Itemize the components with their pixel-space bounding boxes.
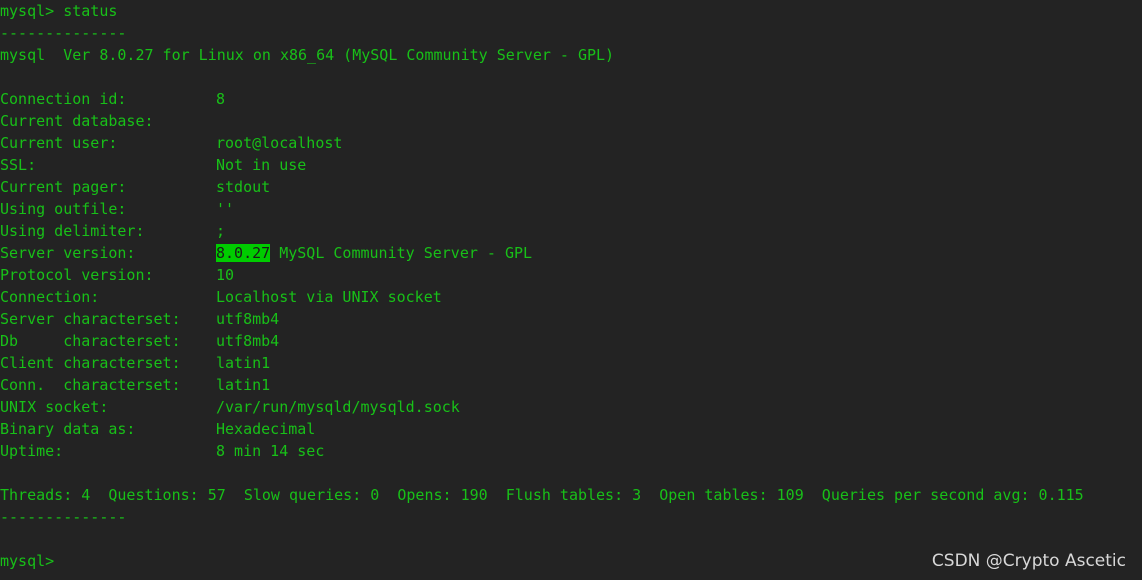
- version-line: mysql Ver 8.0.27 for Linux on x86_64 (My…: [0, 46, 615, 64]
- status-field: Client characterset: latin1: [0, 352, 1142, 374]
- status-field: Db characterset: utf8mb4: [0, 330, 1142, 352]
- field-value: utf8mb4: [216, 332, 280, 350]
- field-value-group: Not in use: [216, 154, 306, 176]
- field-value-group: latin1: [216, 352, 270, 374]
- field-value: root@localhost: [216, 134, 343, 152]
- status-field: Using outfile: '': [0, 198, 1142, 220]
- field-value-group: utf8mb4: [216, 330, 279, 352]
- field-label: Client characterset:: [0, 354, 181, 372]
- field-value: 8: [216, 90, 226, 108]
- field-value: latin1: [216, 354, 271, 372]
- field-value: Not in use: [216, 156, 307, 174]
- field-label: Server version:: [0, 244, 136, 262]
- field-label: Binary data as:: [0, 420, 136, 438]
- field-value: /var/run/mysqld/mysqld.sock: [216, 398, 460, 416]
- status-field: SSL: Not in use: [0, 154, 1142, 176]
- status-field: UNIX socket: /var/run/mysqld/mysqld.sock: [0, 396, 1142, 418]
- status-field: Connection id: 8: [0, 88, 1142, 110]
- field-label: Using outfile:: [0, 200, 127, 218]
- field-label: Connection id:: [0, 90, 127, 108]
- field-value: '': [216, 200, 235, 218]
- status-field: Using delimiter:;: [0, 220, 1142, 242]
- status-field: Current database:: [0, 110, 1142, 132]
- watermark: CSDN @Crypto Ascetic: [931, 551, 1126, 571]
- field-label: Connection:: [0, 288, 100, 306]
- field-value: 8 min 14 sec: [216, 442, 325, 460]
- field-value-group: '': [216, 198, 234, 220]
- field-label: Server characterset:: [0, 310, 181, 328]
- stats-line: Threads: 4 Questions: 57 Slow queries: 0…: [0, 486, 1084, 504]
- field-label: Protocol version:: [0, 266, 154, 284]
- field-value-group: 8: [216, 88, 225, 110]
- terminal[interactable]: mysql> status -------------- mysql Ver 8…: [0, 0, 1142, 572]
- highlighted-version: 8.0.27: [216, 244, 271, 262]
- field-label: Using delimiter:: [0, 222, 145, 240]
- field-value-group: Hexadecimal: [216, 418, 315, 440]
- field-label: UNIX socket:: [0, 398, 109, 416]
- field-value-group: 10: [216, 264, 234, 286]
- status-field: Protocol version: 10: [0, 264, 1142, 286]
- status-field: Server characterset: utf8mb4: [0, 308, 1142, 330]
- field-value-group: ;: [216, 220, 225, 242]
- field-value-group: root@localhost: [216, 132, 342, 154]
- field-label: Current user:: [0, 134, 118, 152]
- field-value: stdout: [216, 178, 271, 196]
- status-field: Binary data as: Hexadecimal: [0, 418, 1142, 440]
- field-label: Conn. characterset:: [0, 376, 181, 394]
- field-label: Current pager:: [0, 178, 127, 196]
- field-value-group: latin1: [216, 374, 270, 396]
- field-label: Uptime:: [0, 442, 64, 460]
- field-value-group: stdout: [216, 176, 270, 198]
- field-label: Current database:: [0, 112, 154, 130]
- field-value: utf8mb4: [216, 310, 280, 328]
- field-value-group: 8 min 14 sec: [216, 440, 324, 462]
- status-field: Server version: 8.0.27 MySQL Community Se…: [0, 242, 1142, 264]
- field-value-group: utf8mb4: [216, 308, 279, 330]
- field-value: 10: [216, 266, 235, 284]
- field-value: latin1: [216, 376, 271, 394]
- field-value: MySQL Community Server - GPL: [270, 244, 533, 262]
- field-value-group: 8.0.27 MySQL Community Server - GPL: [216, 242, 532, 264]
- field-value: Hexadecimal: [216, 420, 316, 438]
- field-value: Localhost via UNIX socket: [216, 288, 442, 306]
- field-label: SSL:: [0, 156, 37, 174]
- status-field: Current pager: stdout: [0, 176, 1142, 198]
- field-value-group: /var/run/mysqld/mysqld.sock: [216, 396, 460, 418]
- status-field: Uptime: 8 min 14 sec: [0, 440, 1142, 462]
- field-value-group: Localhost via UNIX socket: [216, 286, 442, 308]
- separator: --------------: [0, 24, 127, 42]
- separator: --------------: [0, 508, 127, 526]
- command-line: mysql> status: [0, 2, 118, 20]
- field-label: Db characterset:: [0, 332, 181, 350]
- status-field: Connection: Localhost via UNIX socket: [0, 286, 1142, 308]
- status-field: Current user: root@localhost: [0, 132, 1142, 154]
- status-field: Conn. characterset: latin1: [0, 374, 1142, 396]
- field-value: ;: [216, 222, 226, 240]
